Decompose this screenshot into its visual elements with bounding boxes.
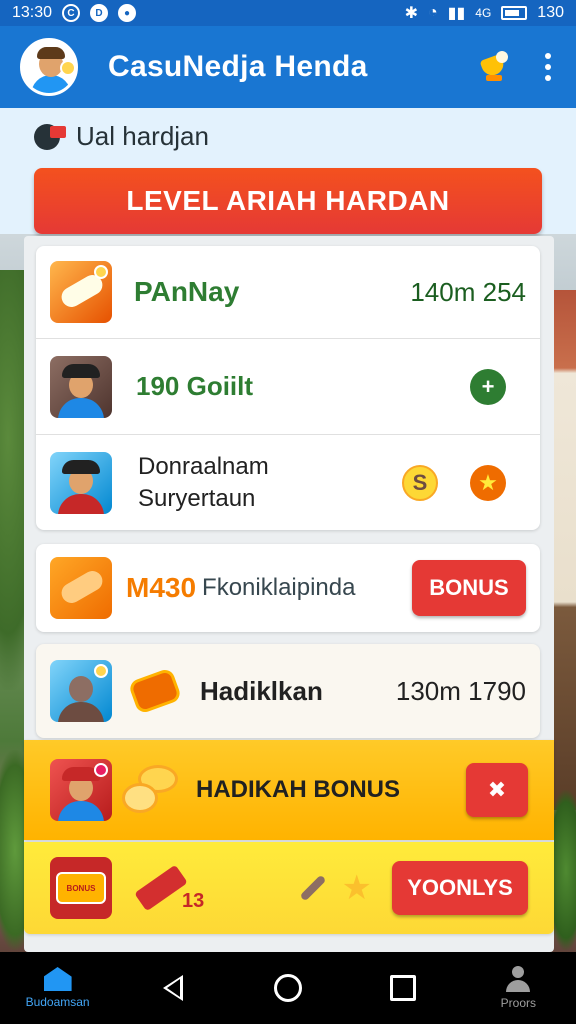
bonus-row: M430 Fkoniklaipinda BONUS	[36, 544, 540, 632]
bluetooth-icon: ✱	[404, 5, 418, 22]
status-bar: 13:30 C D ● ✱ ◔ ▮▮ 4G 130	[0, 0, 576, 26]
firecracker-image	[50, 557, 112, 619]
scroll-item-image	[50, 261, 112, 323]
nav-back[interactable]	[128, 975, 218, 1001]
nav-home[interactable]: Budoamsan	[13, 967, 103, 1009]
nav-profile[interactable]: Proors	[473, 966, 563, 1010]
badge-image: BONUS	[50, 857, 112, 919]
bonus-code: M430	[126, 572, 197, 603]
badge-text: BONUS	[56, 872, 106, 904]
list-item-1[interactable]: PAnNay 140m 254	[36, 246, 540, 338]
nav-recents[interactable]	[358, 975, 448, 1001]
level-banner-button[interactable]: LEVEL ARIAH HARDAN	[34, 168, 542, 234]
profile-icon	[504, 966, 532, 992]
subtitle-text: Ual hardjan	[76, 120, 209, 151]
yoonlys-row: BONUS 13 ★ YOONLYS	[24, 842, 554, 934]
hadiklan-row: Hadiklkan 130m 1790	[36, 644, 540, 738]
main-panel: PAnNay 140m 254 190 Goiilt + Donraalnam …	[24, 236, 554, 952]
battery-icon	[501, 6, 528, 20]
copyright-icon: C	[62, 4, 81, 22]
hadikah-row: HADIKAH BONUS ✖	[24, 740, 554, 840]
nav-home-circle[interactable]	[243, 974, 333, 1002]
list-item-line2: Suryertaun	[138, 484, 256, 512]
coins-icon	[122, 765, 184, 815]
signal-icon: ▮▮	[447, 5, 466, 22]
chat-notification-icon: ●	[118, 4, 137, 22]
bonus-button[interactable]: BONUS	[412, 560, 526, 616]
navigation-bar: Budoamsan Proors	[0, 952, 576, 1024]
coin-action-icon[interactable]: S	[402, 464, 438, 501]
monkey-avatar-image	[50, 660, 112, 722]
add-icon[interactable]: +	[470, 368, 506, 405]
status-time: 13:30	[12, 4, 53, 21]
list-item-text: Donraalnam Suryertaun	[138, 451, 269, 513]
notification-d-icon: D	[90, 4, 109, 22]
gift-button[interactable]: ✖	[466, 763, 528, 817]
nav-profile-label: Proors	[500, 996, 537, 1010]
home-icon	[43, 967, 72, 991]
star-action-icon[interactable]: ★	[470, 464, 506, 501]
back-icon	[162, 975, 183, 1001]
star-icon: ★	[341, 869, 372, 907]
hadikah-label: HADIKAH BONUS	[196, 776, 400, 803]
list-card: PAnNay 140m 254 190 Goiilt + Donraalnam …	[36, 246, 540, 530]
hadiklan-card[interactable]: Hadiklkan 130m 1790	[36, 644, 540, 738]
wifi-icon: ◔	[428, 4, 438, 21]
list-item-label: 190 Goiilt	[136, 371, 254, 401]
coin-icon	[60, 60, 76, 76]
yoonlys-number: 13	[182, 889, 205, 912]
list-item-3[interactable]: Donraalnam Suryertaun S ★	[36, 434, 540, 530]
hadiklan-label: Hadiklkan	[200, 675, 323, 706]
network-type: 4G	[475, 6, 492, 20]
app-bar: CasuNedja Henda	[0, 26, 576, 108]
bonus-text: Fkoniklaipinda	[202, 574, 356, 601]
home-circle-icon	[273, 974, 302, 1002]
firecracker-icon	[134, 864, 188, 912]
hadiklan-value: 130m 1790	[395, 675, 526, 706]
player-avatar-image	[50, 355, 112, 418]
header-card: Ual hardjan LEVEL ARIAH HARDAN	[0, 108, 576, 234]
yoonlys-button[interactable]: YOONLYS	[392, 861, 528, 915]
battery-level: 130	[537, 4, 564, 21]
list-item-label: PAnNay	[134, 276, 240, 307]
bonus-card: M430 Fkoniklaipinda BONUS	[36, 544, 540, 632]
more-options-icon[interactable]	[540, 53, 556, 81]
player-avatar-image	[50, 759, 112, 821]
list-item-line1: Donraalnam	[138, 453, 269, 481]
yoonlys-card[interactable]: BONUS 13 ★ YOONLYS	[24, 842, 554, 934]
list-item-value: 140m 254	[410, 276, 526, 307]
subtitle-row: Ual hardjan	[30, 120, 209, 152]
recents-icon	[390, 975, 417, 1001]
list-item-2[interactable]: 190 Goiilt +	[36, 338, 540, 434]
wand-icon	[299, 874, 326, 902]
drum-icon	[127, 667, 183, 715]
nav-home-label: Budoamsan	[25, 995, 90, 1009]
hadikah-bonus-card[interactable]: HADIKAH BONUS ✖	[24, 740, 554, 840]
trophy-icon[interactable]	[478, 51, 510, 83]
megaphone-icon	[30, 120, 68, 152]
app-title: CasuNedja Henda	[108, 50, 368, 83]
player-avatar-image	[50, 451, 112, 514]
